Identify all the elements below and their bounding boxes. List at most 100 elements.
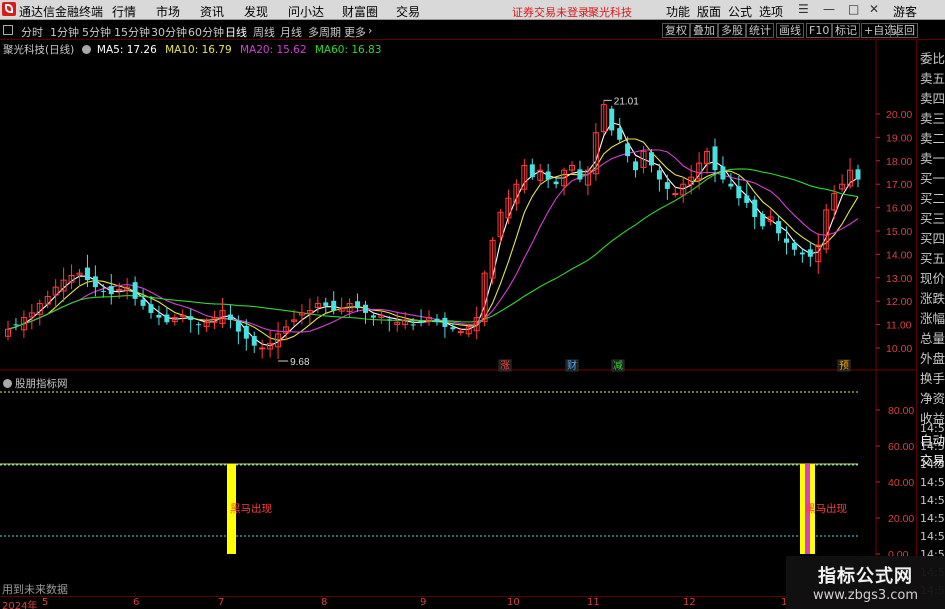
tick-time: 14:56 <box>920 512 945 525</box>
time-axis: 2024年 5 6 7 8 9 10 11 12 1 <box>0 596 915 609</box>
skin-icon[interactable]: ☰ <box>798 2 809 16</box>
chevron-right-icon[interactable]: › <box>368 24 372 37</box>
candle-body-down <box>235 320 241 332</box>
menu-discover[interactable]: 发现 <box>244 3 268 20</box>
candle-body-up <box>116 289 123 291</box>
candle-body-down <box>92 276 98 288</box>
close-icon[interactable]: ✕ <box>869 2 879 16</box>
menu-ask-xiaoda[interactable]: 问小达 <box>288 3 324 20</box>
candle-body-down <box>188 316 194 320</box>
event-marker-text: 减 <box>613 360 623 372</box>
side-label-13: 涨幅 <box>920 311 945 326</box>
candle-body-down <box>625 143 631 157</box>
candle-body-down <box>323 302 329 306</box>
candle-body-down <box>410 324 416 326</box>
menu-layout[interactable]: 版面 <box>697 3 721 20</box>
tab-intraday[interactable]: 分时 <box>21 24 43 40</box>
maximize-icon[interactable]: □ <box>848 2 859 16</box>
tab-30min[interactable]: 30分钟 <box>151 24 187 40</box>
price-tick-label: 11.00 <box>886 320 912 332</box>
menu-trade[interactable]: 交易 <box>396 3 420 20</box>
app-logo-icon <box>2 2 16 16</box>
statistics-button[interactable]: 统计 <box>746 23 774 38</box>
future-data-note: 用到未来数据 <box>2 583 68 596</box>
x-label-12: 12 <box>683 597 696 608</box>
side-label-4: 卖二 <box>920 131 945 146</box>
f10-button[interactable]: F10 <box>806 23 833 38</box>
candle-body-down <box>791 242 797 250</box>
candle-body-down <box>362 304 368 313</box>
menu-functions[interactable]: 功能 <box>666 3 690 20</box>
quote-side-panel: 委比 卖五 卖四 卖三 卖二 卖一 买一 买二 买三 买四 买五 现价 涨跌 涨幅 总量 外盘 换手 净资 收益 自动… <box>916 40 945 609</box>
candle-body-down <box>760 214 766 227</box>
site-watermark: 指标公式网 www.zbgs3.com <box>786 556 945 609</box>
main-chart-title: 聚光科技(日线) MA5: 17.26 MA10: 16.79 MA20: 15… <box>3 42 381 57</box>
settings-circle-icon[interactable] <box>81 45 91 54</box>
side-label-14: 总量 <box>920 331 945 346</box>
candle-body-down <box>156 314 162 318</box>
candle-body-down <box>243 325 249 339</box>
price-tick-label: 17.00 <box>886 179 912 191</box>
adjust-button[interactable]: 复权 <box>662 23 690 38</box>
event-marker-text: 涨 <box>500 360 510 372</box>
tab-monthly[interactable]: 月线 <box>280 24 302 40</box>
candle-body-down <box>418 320 424 323</box>
menu-quotes[interactable]: 行情 <box>112 3 136 20</box>
candle-body-down <box>855 169 861 180</box>
candle-body-down <box>132 282 138 299</box>
tab-multi-period[interactable]: 多周期 <box>308 24 341 40</box>
menu-formula[interactable]: 公式 <box>728 3 752 20</box>
login-notice[interactable]: 证券交易未登录 <box>512 4 589 20</box>
draw-line-button[interactable]: 画线 <box>776 23 804 38</box>
side-label-10: 买五 <box>920 251 945 266</box>
candle-body-down <box>784 238 790 243</box>
tab-60min[interactable]: 60分钟 <box>188 24 224 40</box>
menu-bar: 通达信金融终端 行情 市场 资讯 发现 问小达 财富圈 交易 证券交易未登录 聚… <box>0 0 945 20</box>
menu-wealth-circle[interactable]: 财富圈 <box>342 3 378 20</box>
x-label-8: 8 <box>321 597 328 608</box>
signal-label: 黑马出现 <box>230 502 272 515</box>
menu-market[interactable]: 市场 <box>156 3 180 20</box>
x-label-9: 9 <box>420 597 427 608</box>
overlay-button[interactable]: 叠加 <box>690 23 718 38</box>
tab-weekly[interactable]: 周线 <box>253 24 275 40</box>
event-marker-text: 财 <box>567 359 577 372</box>
candle-body-down <box>84 267 90 281</box>
tab-1min[interactable]: 1分钟 <box>50 24 79 40</box>
candle-body-down <box>331 300 337 311</box>
tab-15min[interactable]: 15分钟 <box>114 24 150 40</box>
candle-body-up <box>259 347 266 350</box>
period-toolbar: 分时 1分钟 5分钟 15分钟 30分钟 60分钟 日线 周线 月线 多周期 更… <box>0 21 945 40</box>
back-button[interactable]: 返回 <box>890 23 918 38</box>
minimize-icon[interactable]: — <box>823 2 835 16</box>
side-label-12: 涨跌 <box>920 291 945 306</box>
multi-stock-button[interactable]: 多股 <box>718 23 746 38</box>
candle-body-down <box>108 286 114 295</box>
candle-body-down <box>752 199 758 217</box>
high-label: 21.01 <box>614 96 639 107</box>
watermark-title: 指标公式网 <box>818 566 913 587</box>
x-label-7: 7 <box>218 597 225 608</box>
stock-title: 聚光科技(日线) <box>3 44 75 56</box>
menu-news[interactable]: 资讯 <box>200 3 224 20</box>
tick-time: 14:56 <box>920 494 945 507</box>
tab-more[interactable]: 更多 <box>344 24 366 40</box>
tab-5min[interactable]: 5分钟 <box>82 24 111 40</box>
candle-body-down <box>442 317 448 327</box>
mark-button[interactable]: 标记 <box>832 23 860 38</box>
tick-time: 14:56 <box>920 530 945 543</box>
ma60-readout: MA60: 16.83 <box>314 44 382 56</box>
price-tick-label: 10.00 <box>886 343 912 355</box>
side-label-0: 委比 <box>920 51 945 66</box>
ma5-line <box>7 121 859 347</box>
x-label-10: 10 <box>507 597 520 608</box>
tab-daily[interactable]: 日线 <box>225 24 247 40</box>
ma10-readout: MA10: 16.79 <box>165 44 232 56</box>
kline-chart[interactable]: 20.00 19.00 18.00 17.00 16.00 15.00 14.00 13.00… <box>0 40 915 596</box>
guest-label[interactable]: 游客 <box>893 3 917 20</box>
menu-options[interactable]: 选项 <box>759 3 783 20</box>
panel-toggle-icon[interactable] <box>3 25 13 35</box>
indicator-settings-icon[interactable] <box>3 379 12 388</box>
candle-body-down <box>736 186 742 199</box>
tick-time: 14:56 <box>920 476 945 489</box>
